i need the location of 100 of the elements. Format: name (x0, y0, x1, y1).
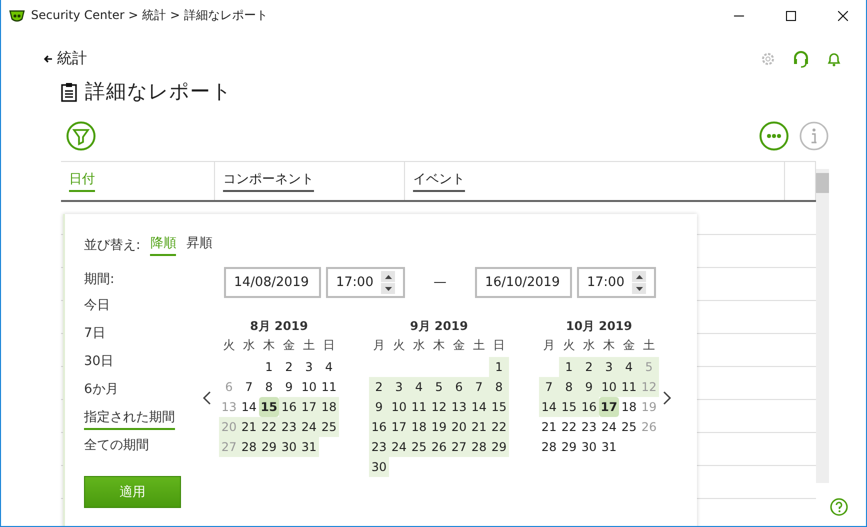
calendar-day[interactable]: 12 (429, 397, 449, 417)
calendar-day[interactable]: 7 (539, 377, 559, 397)
info-icon[interactable] (799, 121, 829, 151)
calendar-day[interactable]: 8 (559, 377, 579, 397)
calendar-day[interactable]: 4 (619, 357, 639, 377)
calendar-day[interactable]: 24 (599, 417, 619, 437)
spin-down-icon[interactable] (381, 283, 395, 294)
calendar-day[interactable]: 22 (559, 417, 579, 437)
calendar-day[interactable]: 16 (369, 417, 389, 437)
calendar-day[interactable]: 30 (579, 437, 599, 457)
filter-icon[interactable] (66, 121, 96, 151)
calendar-day[interactable]: 9 (279, 377, 299, 397)
calendar-day[interactable]: 16 (579, 397, 599, 417)
period-option[interactable]: 指定された期間 (84, 408, 175, 430)
spin-down-icon[interactable] (632, 283, 646, 294)
calendar-day[interactable]: 29 (489, 437, 509, 457)
calendar-day[interactable]: 20 (449, 417, 469, 437)
end-time-field[interactable]: 17:00 (577, 267, 656, 298)
calendar-day[interactable]: 1 (259, 357, 279, 377)
calendar-day[interactable]: 29 (559, 437, 579, 457)
calendar-day[interactable]: 30 (369, 457, 389, 477)
calendar-day[interactable]: 3 (389, 377, 409, 397)
help-icon[interactable] (830, 498, 848, 516)
calendar-day[interactable]: 17 (389, 417, 409, 437)
bell-icon[interactable] (826, 50, 842, 66)
spin-up-icon[interactable] (632, 271, 646, 282)
calendar-day[interactable]: 19 (429, 417, 449, 437)
more-icon[interactable] (759, 121, 789, 151)
calendar-day[interactable]: 22 (489, 417, 509, 437)
calendar-day[interactable]: 15 (559, 397, 579, 417)
calendar-day[interactable]: 30 (279, 437, 299, 457)
previous-icon[interactable] (202, 390, 212, 404)
calendar-day[interactable]: 14 (239, 397, 259, 417)
calendar-day[interactable]: 15 (259, 397, 279, 417)
calendar-day[interactable]: 11 (319, 377, 339, 397)
calendar-day[interactable]: 17 (299, 397, 319, 417)
calendar-day[interactable]: 21 (239, 417, 259, 437)
calendar-day[interactable]: 5 (429, 377, 449, 397)
calendar-day[interactable]: 2 (579, 357, 599, 377)
calendar-day[interactable]: 25 (619, 417, 639, 437)
calendar-day[interactable]: 7 (469, 377, 489, 397)
period-option[interactable]: 今日 (84, 296, 110, 318)
calendar-day[interactable]: 1 (559, 357, 579, 377)
calendar-day[interactable]: 24 (299, 417, 319, 437)
calendar-day[interactable]: 13 (449, 397, 469, 417)
calendar-day[interactable]: 21 (539, 417, 559, 437)
settings-icon[interactable] (760, 50, 776, 66)
calendar-day[interactable]: 1 (489, 357, 509, 377)
calendar-day[interactable]: 28 (239, 437, 259, 457)
calendar-day[interactable]: 2 (279, 357, 299, 377)
calendar-day[interactable]: 27 (449, 437, 469, 457)
next-icon[interactable] (662, 390, 672, 404)
calendar-day[interactable]: 23 (579, 417, 599, 437)
calendar-day[interactable]: 9 (579, 377, 599, 397)
calendar-day[interactable]: 25 (409, 437, 429, 457)
calendar-day[interactable]: 11 (409, 397, 429, 417)
calendar-day[interactable]: 17 (599, 397, 619, 417)
calendar-day[interactable]: 10 (299, 377, 319, 397)
calendar-day[interactable]: 15 (489, 397, 509, 417)
calendar-day[interactable]: 10 (389, 397, 409, 417)
end-date-field[interactable]: 16/10/2019 (475, 267, 572, 298)
start-time-field[interactable]: 17:00 (326, 267, 405, 298)
calendar-day[interactable]: 4 (409, 377, 429, 397)
sort-option[interactable]: 昇順 (186, 234, 212, 256)
spin-up-icon[interactable] (381, 271, 395, 282)
calendar-day[interactable]: 28 (469, 437, 489, 457)
calendar-day[interactable]: 11 (619, 377, 639, 397)
period-option[interactable]: 6か月 (84, 380, 118, 402)
calendar-day[interactable]: 18 (409, 417, 429, 437)
calendar-day[interactable]: 4 (319, 357, 339, 377)
calendar-day[interactable]: 21 (469, 417, 489, 437)
calendar-day[interactable]: 28 (539, 437, 559, 457)
calendar-day[interactable]: 9 (369, 397, 389, 417)
column-header[interactable]: イベント (413, 170, 465, 192)
calendar-day[interactable]: 14 (469, 397, 489, 417)
calendar-day[interactable]: 8 (259, 377, 279, 397)
start-date-field[interactable]: 14/08/2019 (224, 267, 321, 298)
calendar-day[interactable]: 26 (429, 437, 449, 457)
calendar-day[interactable]: 3 (299, 357, 319, 377)
calendar-day[interactable]: 6 (449, 377, 469, 397)
calendar-day[interactable]: 31 (599, 437, 619, 457)
headset-icon[interactable] (792, 50, 810, 68)
back-link[interactable]: 統計 (43, 49, 87, 68)
column-header[interactable]: コンポーネント (223, 170, 314, 192)
calendar-day[interactable]: 14 (539, 397, 559, 417)
calendar-day[interactable]: 31 (299, 437, 319, 457)
calendar-day[interactable]: 22 (259, 417, 279, 437)
calendar-day[interactable]: 23 (279, 417, 299, 437)
calendar-day[interactable]: 3 (599, 357, 619, 377)
calendar-day[interactable]: 18 (319, 397, 339, 417)
scrollbar[interactable] (816, 169, 829, 483)
period-option[interactable]: 30日 (84, 352, 114, 374)
calendar-day[interactable]: 8 (489, 377, 509, 397)
calendar-day[interactable]: 18 (619, 397, 639, 417)
calendar-day[interactable]: 2 (369, 377, 389, 397)
calendar-day[interactable]: 23 (369, 437, 389, 457)
calendar-day[interactable]: 24 (389, 437, 409, 457)
period-option[interactable]: 全ての期間 (84, 436, 149, 458)
calendar-day[interactable]: 25 (319, 417, 339, 437)
calendar-day[interactable]: 10 (599, 377, 619, 397)
